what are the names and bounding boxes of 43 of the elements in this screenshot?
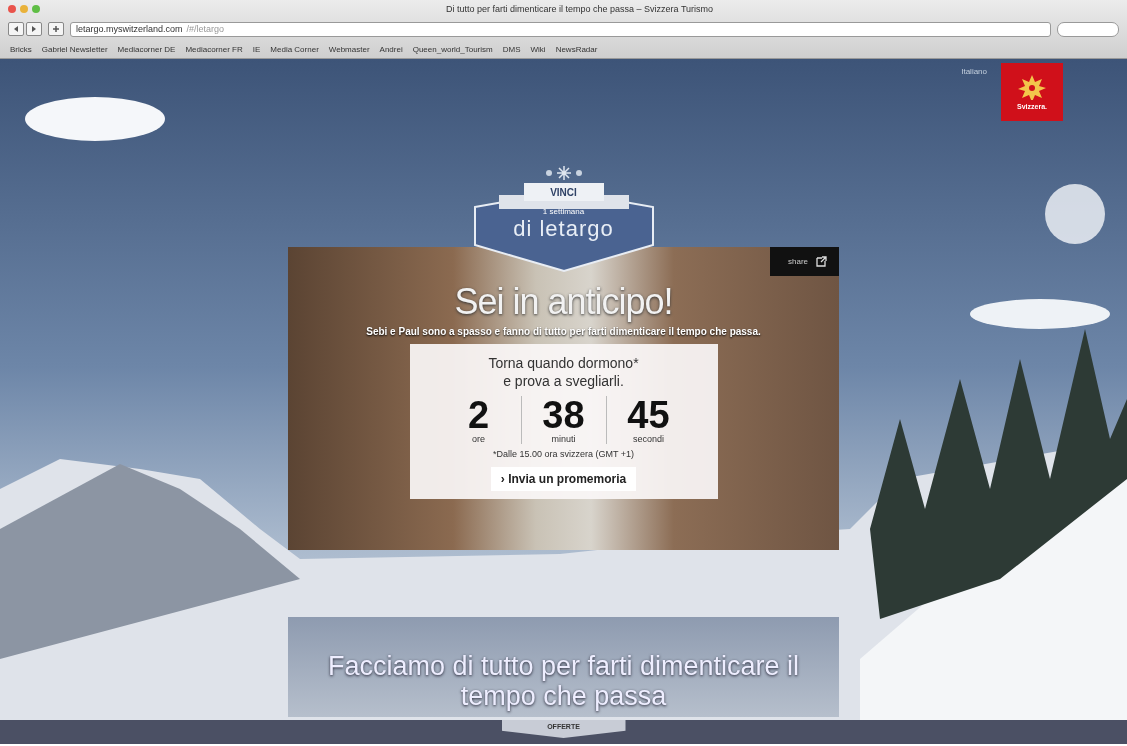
share-button[interactable]: share: [770, 247, 839, 276]
left-arrow-icon: [12, 25, 20, 33]
window-title: Di tutto per farti dimenticare il tempo che passa – Svizzera Turismo: [444, 4, 715, 14]
reminder-button[interactable]: › Invia un promemoria: [490, 467, 637, 491]
countdown-unit: minuti: [551, 434, 576, 444]
banner-text: Facciamo di tutto per farti dimenticare il tempo che passa: [326, 651, 801, 711]
footnote: *Dalle 15.00 ora svizzera (GMT +1): [492, 449, 635, 459]
language-link[interactable]: Italiano: [961, 67, 987, 76]
countdown-number: 2: [467, 396, 490, 434]
countdown-number: 45: [627, 396, 670, 434]
badge-subtitle: 1 settimana: [542, 207, 585, 216]
badge-title: di letargo: [513, 216, 614, 242]
bookmark-link[interactable]: DMS: [502, 44, 521, 54]
forward-button[interactable]: [26, 22, 42, 36]
bookmark-link[interactable]: NewsRadar: [555, 44, 598, 54]
bookmark-link[interactable]: Wiki: [530, 44, 546, 54]
zoom-light-icon[interactable]: [32, 5, 40, 13]
badge-label: VINCI: [550, 187, 577, 198]
hero-subtitle: Sebi e Paul sono a spasso e fanno di tutto per farti dimenticare il tempo che passa.: [365, 325, 762, 338]
back-button[interactable]: [8, 22, 24, 36]
right-arrow-icon: [30, 25, 38, 33]
countdown-text: Torna quando dormono*: [488, 354, 639, 372]
bookmark-link[interactable]: Mediacorner DE: [117, 44, 176, 54]
bookmark-link[interactable]: Bricks: [10, 44, 32, 54]
bookmark-link[interactable]: Mediacorner FR: [185, 44, 243, 54]
bookmark-link[interactable]: Queen_world_Tourism: [412, 44, 493, 54]
countdown-text: e prova a svegliarli.: [503, 372, 624, 390]
bookmark-link[interactable]: Media Corner: [270, 44, 319, 54]
bookmark-link[interactable]: IE: [252, 44, 261, 54]
star-flower-icon: [1018, 74, 1046, 100]
new-tab-button[interactable]: [48, 22, 64, 36]
bookmark-link[interactable]: Webmaster: [328, 44, 370, 54]
address-bar[interactable]: letargo.myswitzerland.com /#/letargo: [70, 21, 1051, 37]
minimize-light-icon[interactable]: [20, 5, 28, 13]
countdown-number: 38: [542, 396, 585, 434]
bookmark-link[interactable]: Andrei: [379, 44, 403, 54]
countdown-unit: secondi: [633, 434, 664, 444]
plus-icon: [52, 25, 60, 33]
external-link-icon: [816, 256, 827, 267]
bookmark-link[interactable]: Gabriel Newsletter: [41, 44, 108, 54]
close-light-icon[interactable]: [8, 5, 16, 13]
search-field[interactable]: [1057, 21, 1119, 37]
countdown-unit: ore: [472, 434, 485, 444]
